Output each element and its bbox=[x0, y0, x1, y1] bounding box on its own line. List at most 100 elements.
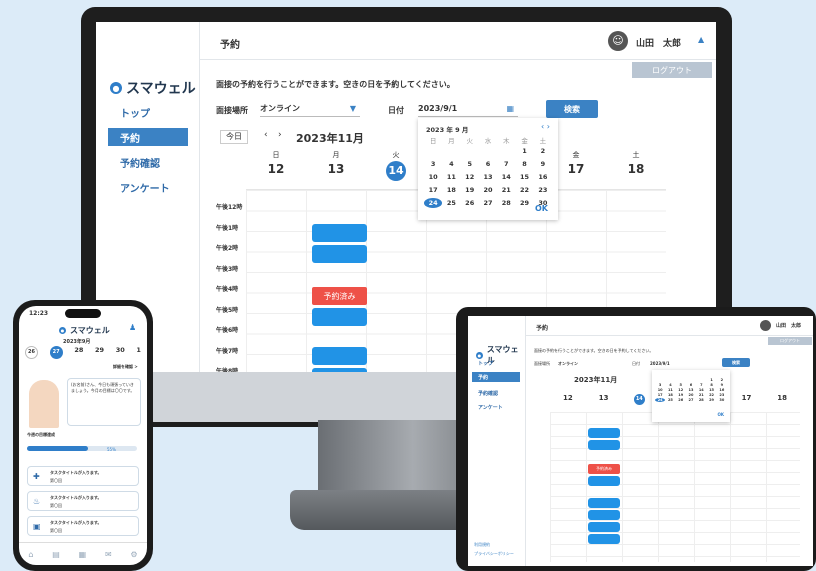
today-button[interactable]: 今日 bbox=[220, 130, 248, 144]
picker-day[interactable]: 20 bbox=[686, 393, 696, 397]
tablet-slot-booked[interactable]: 予約済み bbox=[588, 464, 620, 474]
terms-link[interactable]: 利用規約 bbox=[474, 542, 490, 548]
tablet-search-button[interactable]: 検索 bbox=[722, 358, 750, 367]
sidebar-item-reserve[interactable]: 予約 bbox=[108, 128, 188, 146]
picker-day[interactable]: 11 bbox=[442, 172, 460, 182]
tablet-slot[interactable] bbox=[588, 534, 620, 544]
picker-day[interactable]: 26 bbox=[461, 198, 479, 208]
sidebar-item-confirm[interactable]: 予約確認 bbox=[108, 153, 188, 171]
tablet-nav-reserve[interactable]: 予約 bbox=[472, 372, 520, 382]
picker-day[interactable]: 22 bbox=[706, 393, 716, 397]
task-card[interactable]: ♨ タスクタイトルが入ります。 第〇回 bbox=[27, 491, 139, 511]
picker-day[interactable]: 20 bbox=[479, 185, 497, 195]
picker-day[interactable]: 6 bbox=[686, 383, 696, 387]
tablet-picker-ok[interactable]: OK bbox=[718, 412, 725, 417]
picker-day[interactable]: 9 bbox=[717, 383, 727, 387]
picker-day[interactable]: 3 bbox=[424, 159, 442, 169]
picker-day[interactable]: 23 bbox=[717, 393, 727, 397]
message-icon[interactable]: ✉ bbox=[105, 550, 112, 559]
slot-booked[interactable]: 予約済み bbox=[312, 287, 367, 305]
slot-available[interactable] bbox=[312, 347, 367, 365]
picker-day[interactable]: 8 bbox=[515, 159, 533, 169]
picker-ok-button[interactable]: OK bbox=[535, 204, 548, 213]
detail-link[interactable]: 詳細を確認 > bbox=[113, 364, 138, 370]
picker-day[interactable]: 19 bbox=[461, 185, 479, 195]
picker-day[interactable]: 27 bbox=[686, 398, 696, 402]
calendar-icon[interactable]: ▦ bbox=[79, 550, 87, 559]
picker-day[interactable]: 11 bbox=[665, 388, 675, 392]
settings-icon[interactable]: ⚙ bbox=[130, 550, 137, 559]
date-input[interactable]: 2023/9/1 ▦ bbox=[418, 101, 518, 117]
picker-day[interactable]: 13 bbox=[479, 172, 497, 182]
next-icon[interactable]: › bbox=[278, 130, 282, 140]
picker-day[interactable]: 18 bbox=[665, 393, 675, 397]
sidebar-item-survey[interactable]: アンケート bbox=[108, 178, 188, 196]
picker-day[interactable]: 4 bbox=[665, 383, 675, 387]
tablet-nav-top[interactable]: トップ bbox=[472, 358, 520, 368]
picker-day[interactable]: 4 bbox=[442, 159, 460, 169]
picker-day[interactable]: 10 bbox=[655, 388, 665, 392]
picker-day[interactable]: 30 bbox=[717, 398, 727, 402]
picker-day[interactable]: 5 bbox=[461, 159, 479, 169]
user-avatar-icon[interactable] bbox=[760, 320, 771, 331]
slot-available[interactable] bbox=[312, 224, 367, 242]
picker-day[interactable]: 8 bbox=[706, 383, 716, 387]
home-icon[interactable]: ⌂ bbox=[28, 550, 33, 559]
slot-available[interactable] bbox=[312, 308, 367, 326]
picker-day[interactable]: 23 bbox=[534, 185, 552, 195]
picker-day[interactable]: 28 bbox=[497, 198, 515, 208]
tablet-slot[interactable] bbox=[588, 476, 620, 486]
picker-day[interactable]: 1 bbox=[515, 146, 533, 156]
task-card[interactable]: ✚ タスクタイトルが入ります。 第〇回 bbox=[27, 466, 139, 486]
picker-day[interactable]: 28 bbox=[696, 398, 706, 402]
picker-day[interactable]: 9 bbox=[534, 159, 552, 169]
picker-day[interactable]: 22 bbox=[515, 185, 533, 195]
picker-day[interactable]: 19 bbox=[676, 393, 686, 397]
picker-day[interactable]: 17 bbox=[424, 185, 442, 195]
picker-day[interactable]: 24 bbox=[655, 398, 666, 402]
task-card[interactable]: ▣ タスクタイトルが入ります。 第〇回 bbox=[27, 516, 139, 536]
picker-day[interactable]: 7 bbox=[696, 383, 706, 387]
picker-day[interactable]: 21 bbox=[497, 185, 515, 195]
chart-icon[interactable]: ▤ bbox=[52, 550, 60, 559]
picker-day[interactable]: 2 bbox=[534, 146, 552, 156]
picker-day[interactable]: 13 bbox=[686, 388, 696, 392]
tablet-slot[interactable] bbox=[588, 428, 620, 438]
logout-button[interactable]: ログアウト bbox=[632, 62, 712, 78]
search-button[interactable]: 検索 bbox=[546, 100, 598, 118]
picker-day[interactable]: 10 bbox=[424, 172, 442, 182]
user-avatar-icon[interactable]: ☺ bbox=[608, 31, 628, 51]
picker-day[interactable]: 18 bbox=[442, 185, 460, 195]
prev-icon[interactable]: ‹ bbox=[264, 130, 268, 140]
privacy-link[interactable]: プライバシーポリシー bbox=[474, 551, 514, 557]
tablet-slot[interactable] bbox=[588, 522, 620, 532]
tablet-nav-survey[interactable]: アンケート bbox=[472, 402, 520, 412]
tablet-date-input[interactable]: 2023/9/1 bbox=[650, 361, 670, 366]
picker-day[interactable]: 14 bbox=[696, 388, 706, 392]
picker-day[interactable]: 17 bbox=[655, 393, 665, 397]
tablet-slot[interactable] bbox=[588, 510, 620, 520]
picker-day[interactable]: 29 bbox=[515, 198, 533, 208]
picker-nav-icon[interactable]: ‹ › bbox=[541, 122, 550, 131]
user-name[interactable]: 山田 太郎 bbox=[636, 36, 681, 49]
picker-day[interactable]: 26 bbox=[676, 398, 686, 402]
picker-day[interactable]: 12 bbox=[461, 172, 479, 182]
picker-day[interactable]: 15 bbox=[515, 172, 533, 182]
picker-day[interactable]: 25 bbox=[665, 398, 675, 402]
picker-day[interactable]: 12 bbox=[676, 388, 686, 392]
tablet-slot[interactable] bbox=[588, 498, 620, 508]
picker-day[interactable]: 1 bbox=[706, 378, 716, 382]
slot-available[interactable] bbox=[312, 368, 367, 372]
picker-day[interactable]: 7 bbox=[497, 159, 515, 169]
picker-day[interactable]: 5 bbox=[676, 383, 686, 387]
picker-day[interactable]: 21 bbox=[696, 393, 706, 397]
picker-day[interactable]: 24 bbox=[424, 198, 443, 208]
picker-day[interactable]: 15 bbox=[706, 388, 716, 392]
picker-day[interactable]: 25 bbox=[442, 198, 460, 208]
picker-day[interactable]: 27 bbox=[479, 198, 497, 208]
picker-day[interactable]: 14 bbox=[497, 172, 515, 182]
sidebar-item-top[interactable]: トップ bbox=[108, 103, 188, 121]
tablet-logout-button[interactable]: ログアウト bbox=[768, 337, 812, 345]
tablet-nav-confirm[interactable]: 予約確認 bbox=[472, 388, 520, 398]
picker-day[interactable]: 29 bbox=[706, 398, 716, 402]
